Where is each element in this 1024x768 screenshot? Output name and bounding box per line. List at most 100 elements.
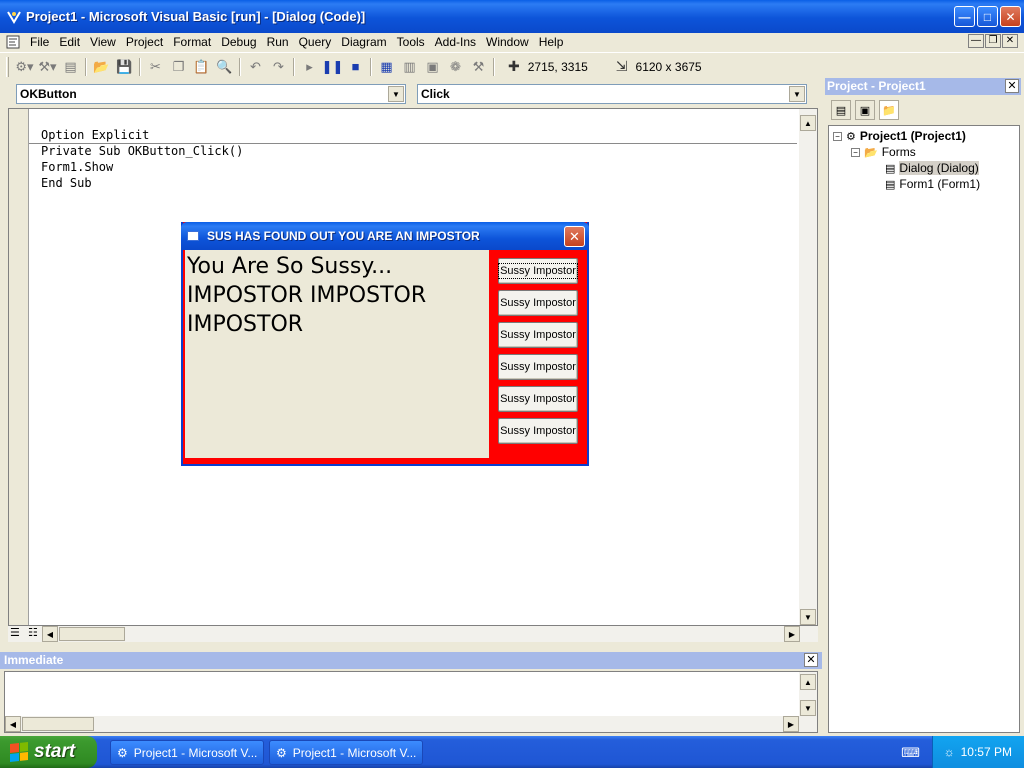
scroll-up-icon[interactable]: ▲ [800,115,816,131]
collapse-icon[interactable]: − [851,147,860,157]
button-label: Sussy Impostor [500,297,576,309]
start-icon[interactable]: ▸ [298,56,321,78]
toolbox-icon[interactable]: ⚒ [467,56,490,78]
tree-node-form1[interactable]: ▤ Form1 (Form1) [885,177,980,191]
close-icon[interactable]: ✕ [564,226,585,247]
horizontal-scroll-thumb[interactable] [22,717,94,731]
menu-project[interactable]: Project [122,35,169,49]
close-icon[interactable]: ✕ [804,653,818,667]
menu-tools[interactable]: Tools [393,35,431,49]
scroll-down-icon[interactable]: ▼ [800,700,816,716]
start-button[interactable]: start [0,736,97,768]
menu-view[interactable]: View [86,35,122,49]
properties-icon[interactable]: ▥ [398,56,421,78]
open-icon[interactable]: 📂 [90,56,113,78]
code-line[interactable]: End Sub [41,176,92,190]
cut-icon[interactable]: ✂ [144,56,167,78]
sussy-impostor-button[interactable]: Sussy Impostor [498,418,578,444]
title-bar[interactable]: Project1 - Microsoft Visual Basic [run] … [0,0,1024,33]
scroll-right-icon[interactable]: ▶ [784,626,800,642]
menu-query[interactable]: Query [295,35,338,49]
full-module-view-icon[interactable]: ☷ [28,626,38,639]
break-icon[interactable]: ❚❚ [321,56,344,78]
keyboard-icon[interactable]: ⌨ [901,745,920,761]
menu-help[interactable]: Help [535,35,570,49]
mdi-close-button[interactable]: ✕ [1002,34,1018,48]
end-icon[interactable]: ■ [344,56,367,78]
scroll-down-icon[interactable]: ▼ [800,609,816,625]
menu-debug[interactable]: Debug [217,35,262,49]
menu-edit[interactable]: Edit [55,35,86,49]
object-browser-icon[interactable]: ❁ [444,56,467,78]
maximize-button[interactable]: □ [977,6,998,27]
dialog-title-bar[interactable]: SUS HAS FOUND OUT YOU ARE AN IMPOSTOR ✕ [181,222,589,250]
tree-node-forms[interactable]: − 📂 Forms [851,145,916,159]
mdi-restore-button[interactable]: ❐ [985,34,1001,48]
taskbar-item[interactable]: ⚙ Project1 - Microsoft V... [110,740,264,765]
scroll-left-icon[interactable]: ◀ [42,626,58,642]
immediate-horizontal-scrollbar[interactable]: ◀ ▶ [5,716,799,732]
form-layout-icon[interactable]: ▣ [421,56,444,78]
procedure-combobox[interactable]: Click ▼ [417,84,807,104]
sussy-impostor-button[interactable]: Sussy Impostor [498,258,578,284]
sussy-impostor-button[interactable]: Sussy Impostor [498,354,578,380]
sussy-impostor-button[interactable]: Sussy Impostor [498,290,578,316]
view-object-icon[interactable]: ▣ [855,100,875,120]
object-combobox[interactable]: OKButton ▼ [16,84,406,104]
tree-node-project[interactable]: − ⚙ Project1 (Project1) [833,129,966,143]
tree-node-dialog[interactable]: ▤ Dialog (Dialog) [885,161,979,175]
toggle-folders-icon[interactable]: 📁 [879,100,899,120]
code-horizontal-scrollbar[interactable]: ☰ ☷ ◀ ▶ [8,626,818,642]
menu-editor-icon[interactable]: ▤ [59,56,82,78]
code-line[interactable]: Private Sub OKButton_Click() [41,144,243,158]
project-tree[interactable]: − ⚙ Project1 (Project1) − 📂 Forms ▤ Dial… [828,125,1020,733]
horizontal-scroll-thumb[interactable] [59,627,125,641]
add-project-icon[interactable]: ⚙▾ [13,56,36,78]
chevron-down-icon[interactable]: ▼ [789,86,805,102]
immediate-vertical-scrollbar[interactable]: ▲ ▼ [799,672,817,732]
project-explorer-icon[interactable]: ▦ [375,56,398,78]
scroll-left-icon[interactable]: ◀ [5,716,21,732]
redo-icon[interactable]: ↷ [267,56,290,78]
taskbar-item-label: Project1 - Microsoft V... [133,745,258,760]
undo-icon[interactable]: ↶ [244,56,267,78]
network-icon[interactable]: ☼ [944,745,955,759]
collapse-icon[interactable]: − [833,131,842,141]
mdi-minimize-button[interactable]: — [968,34,984,48]
code-line[interactable]: Form1.Show [41,160,113,174]
vb-app-icon[interactable] [6,9,22,25]
menu-diagram[interactable]: Diagram [337,35,392,49]
menu-run[interactable]: Run [263,35,295,49]
code-window-icon[interactable] [6,35,20,49]
save-icon[interactable]: 💾 [113,56,136,78]
impostor-dialog[interactable]: SUS HAS FOUND OUT YOU ARE AN IMPOSTOR ✕ … [181,222,589,466]
menu-format[interactable]: Format [169,35,217,49]
find-icon[interactable]: 🔍 [213,56,236,78]
code-margin[interactable] [9,109,29,625]
scroll-right-icon[interactable]: ▶ [783,716,799,732]
toolbar-grip[interactable] [6,56,9,77]
taskbar-item[interactable]: ⚙ Project1 - Microsoft V... [269,740,423,765]
immediate-title-bar[interactable]: Immediate ✕ [0,652,822,669]
view-code-icon[interactable]: ▤ [831,100,851,120]
immediate-window[interactable]: ▲ ▼ ◀ ▶ [4,671,818,733]
sussy-impostor-button[interactable]: Sussy Impostor [498,322,578,348]
procedure-view-icon[interactable]: ☰ [10,626,20,639]
clock[interactable]: 10:57 PM [961,745,1012,759]
close-button[interactable]: ✕ [1000,6,1021,27]
sussy-impostor-button[interactable]: Sussy Impostor [498,386,578,412]
code-vertical-scrollbar[interactable]: ▲ ▼ [799,109,817,625]
project-explorer-title-bar[interactable]: Project - Project1 ✕ [825,78,1021,95]
chevron-down-icon[interactable]: ▼ [388,86,404,102]
minimize-button[interactable]: — [954,6,975,27]
code-line[interactable]: Option Explicit [41,128,149,142]
scroll-up-icon[interactable]: ▲ [800,674,816,690]
menu-file[interactable]: File [26,35,55,49]
menu-add-ins[interactable]: Add-Ins [431,35,482,49]
copy-icon[interactable]: ❐ [167,56,190,78]
close-icon[interactable]: ✕ [1005,79,1019,93]
add-form-icon[interactable]: ⚒▾ [36,56,59,78]
menu-bar: File Edit View Project Format Debug Run … [0,33,1024,51]
paste-icon[interactable]: 📋 [190,56,213,78]
menu-window[interactable]: Window [482,35,535,49]
